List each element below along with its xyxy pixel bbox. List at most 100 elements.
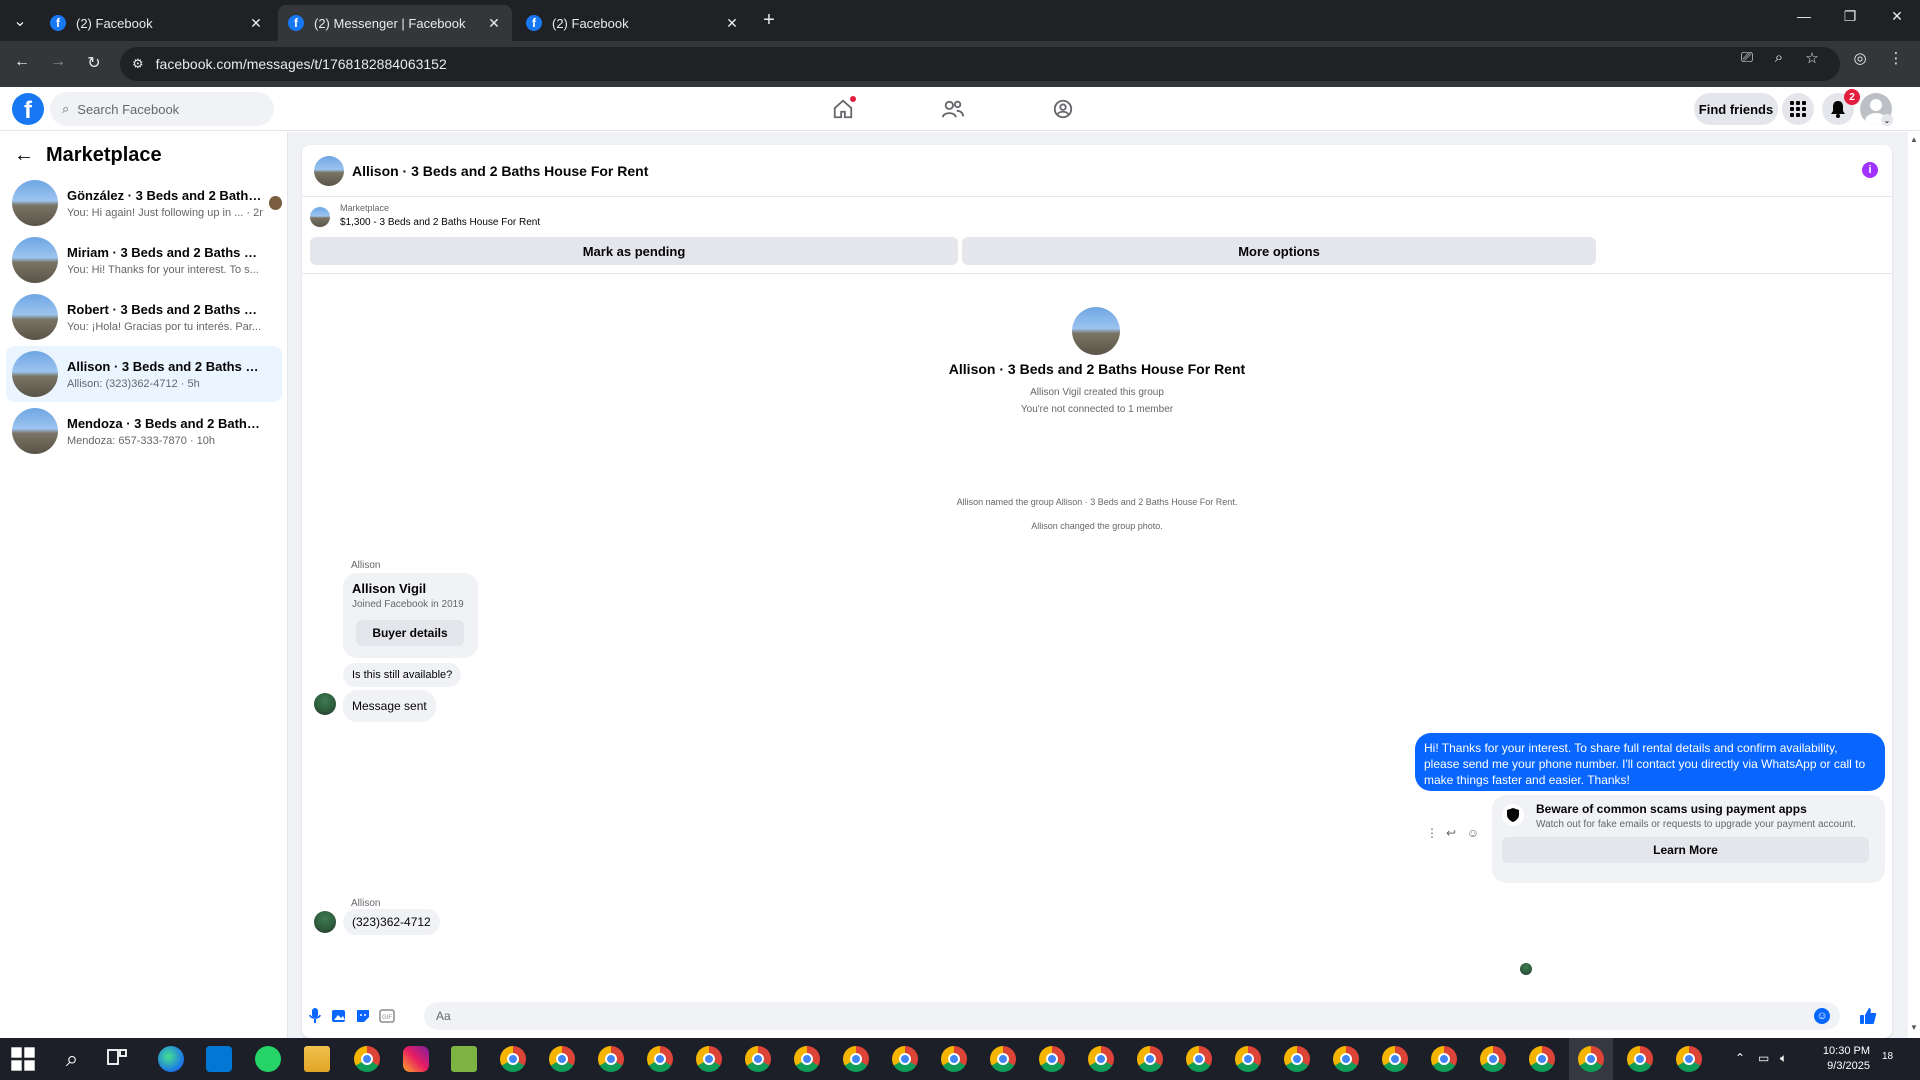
forward-icon[interactable]: → (46, 53, 70, 71)
chrome-profile-icon[interactable] (500, 1046, 526, 1072)
tray-overflow-icon[interactable]: ⌃ (1735, 1051, 1745, 1065)
windows-start-icon[interactable] (10, 1046, 36, 1072)
chrome-profile-icon[interactable] (1039, 1046, 1065, 1072)
site-info-icon[interactable]: ⚙ (132, 56, 144, 72)
incoming-message-bubble[interactable]: Message sent (343, 690, 436, 722)
sticker-icon[interactable] (354, 1007, 372, 1025)
more-options-button[interactable]: More options (962, 237, 1596, 265)
sender-avatar[interactable] (314, 693, 336, 715)
listing-summary[interactable]: Marketplace $1,300 - 3 Beds and 2 Baths … (310, 203, 540, 228)
page-scrollbar[interactable]: ▲ ▼ (1908, 131, 1920, 1038)
back-icon[interactable]: ← (10, 53, 34, 71)
facebook-logo-icon[interactable]: f (12, 93, 44, 125)
reload-icon[interactable]: ↻ (82, 53, 106, 73)
chrome-profile-icon[interactable] (794, 1046, 820, 1072)
sender-avatar[interactable] (314, 911, 336, 933)
more-actions-icon[interactable]: ⋮ (1425, 826, 1439, 840)
chrome-profile-icon[interactable] (1333, 1046, 1359, 1072)
emoji-icon[interactable]: ☺ (1814, 1008, 1830, 1024)
chrome-profile-icon[interactable] (1627, 1046, 1653, 1072)
facebook-search-input[interactable]: ⌕ Search Facebook (50, 92, 274, 126)
zoom-icon[interactable]: ⌕ (1767, 49, 1791, 66)
home-icon[interactable] (828, 96, 858, 122)
new-tab-icon[interactable]: + (758, 9, 780, 32)
chrome-profile-icon[interactable] (1431, 1046, 1457, 1072)
chrome-profile-icon[interactable] (1186, 1046, 1212, 1072)
browser-tab-messenger[interactable]: f (2) Messenger | Facebook ✕ (278, 5, 512, 41)
back-arrow-icon[interactable]: ← (14, 144, 34, 167)
edge-icon[interactable] (158, 1046, 184, 1072)
find-friends-button[interactable]: Find friends (1694, 93, 1778, 125)
taskbar-clock[interactable]: 10:30 PM 9/3/2025 (1780, 1044, 1870, 1074)
chrome-profile-icon[interactable] (1137, 1046, 1163, 1072)
buyer-details-button[interactable]: Buyer details (356, 620, 464, 646)
chrome-profile-icon[interactable] (1480, 1046, 1506, 1072)
chrome-profile-icon[interactable] (1284, 1046, 1310, 1072)
chrome-icon[interactable] (354, 1046, 380, 1072)
chrome-profile-icon[interactable] (647, 1046, 673, 1072)
microphone-icon[interactable] (306, 1007, 324, 1025)
chrome-profile-icon[interactable] (1676, 1046, 1702, 1072)
whatsapp-icon[interactable] (255, 1046, 281, 1072)
message-input[interactable]: Aa ☺ (424, 1002, 1840, 1030)
tab-close-icon[interactable]: ✕ (248, 15, 264, 32)
mark-as-pending-button[interactable]: Mark as pending (310, 237, 958, 265)
instagram-icon[interactable] (403, 1046, 429, 1072)
search-icon[interactable]: ⌕ (59, 1046, 85, 1072)
chrome-profile-icon[interactable] (1382, 1046, 1408, 1072)
browser-menu-icon[interactable]: ⋮ (1884, 49, 1908, 67)
chrome-profile-icon[interactable] (696, 1046, 722, 1072)
profile-icon[interactable]: ◎ (1848, 49, 1872, 67)
chrome-profile-icon[interactable] (1235, 1046, 1261, 1072)
file-explorer-icon[interactable] (304, 1046, 330, 1072)
outgoing-message-bubble[interactable]: Hi! Thanks for your interest. To share f… (1415, 733, 1885, 791)
network-icon[interactable]: ▭ (1758, 1051, 1769, 1065)
store-icon[interactable] (206, 1046, 232, 1072)
conversation-robert[interactable]: Robert · 3 Beds and 2 Baths House... You… (6, 289, 282, 345)
chrome-profile-icon[interactable] (598, 1046, 624, 1072)
close-window-icon[interactable]: ✕ (1884, 8, 1910, 25)
chrome-profile-icon[interactable] (1088, 1046, 1114, 1072)
tab-search-chevron-icon[interactable]: ⌄ (8, 9, 32, 33)
notification-center-icon[interactable]: 18 (1882, 1051, 1893, 1062)
bookmark-star-icon[interactable]: ☆ (1800, 49, 1824, 67)
photo-icon[interactable] (330, 1007, 348, 1025)
restore-icon[interactable]: ❐ (1837, 8, 1863, 25)
friends-icon[interactable] (938, 96, 968, 122)
chrome-profile-icon[interactable] (1529, 1046, 1555, 1072)
minimize-icon[interactable]: — (1791, 8, 1817, 24)
conversation-info-icon[interactable]: i (1862, 162, 1878, 178)
browser-tab-facebook-1[interactable]: f (2) Facebook ✕ (40, 5, 274, 41)
thumbs-up-icon[interactable] (1859, 1007, 1877, 1025)
learn-more-button[interactable]: Learn More (1502, 837, 1869, 863)
conversation-mendoza[interactable]: Mendoza · 3 Beds and 2 Baths Ho... Mendo… (6, 403, 282, 459)
react-emoji-icon[interactable]: ☺ (1466, 826, 1480, 840)
install-app-icon[interactable]: ⎚ (1735, 49, 1759, 66)
tab-close-icon[interactable]: ✕ (486, 15, 502, 32)
incoming-message-bubble[interactable]: Is this still available? (343, 663, 462, 687)
menu-grid-icon[interactable] (1782, 93, 1814, 125)
chat-title[interactable]: Allison · 3 Beds and 2 Baths House For R… (352, 163, 648, 179)
conversation-miriam[interactable]: Miriam · 3 Beds and 2 Baths Hous... You:… (6, 232, 282, 288)
chrome-profile-icon-active[interactable] (1578, 1046, 1604, 1072)
chrome-profile-icon[interactable] (549, 1046, 575, 1072)
tab-close-icon[interactable]: ✕ (724, 15, 740, 32)
incoming-message-bubble[interactable]: (323)362-4712 (343, 909, 440, 935)
reply-icon[interactable]: ↩ (1444, 826, 1458, 840)
scroll-up-icon[interactable]: ▲ (1910, 135, 1918, 144)
conversation-gonzalez[interactable]: Gönzález · 3 Beds and 2 Baths H... You: … (6, 175, 282, 231)
notepad-icon[interactable] (451, 1046, 477, 1072)
gif-icon[interactable]: GIF (378, 1007, 396, 1025)
chat-group-avatar[interactable] (314, 155, 344, 186)
account-chevron-icon[interactable]: ⌄ (1881, 114, 1893, 126)
scroll-down-icon[interactable]: ▼ (1910, 1023, 1918, 1032)
chrome-profile-icon[interactable] (745, 1046, 771, 1072)
groups-icon[interactable] (1048, 96, 1078, 122)
browser-tab-facebook-2[interactable]: f (2) Facebook ✕ (516, 5, 750, 41)
notifications-bell-icon[interactable]: 2 (1822, 89, 1860, 125)
chrome-profile-icon[interactable] (941, 1046, 967, 1072)
chrome-profile-icon[interactable] (990, 1046, 1016, 1072)
task-view-icon[interactable] (106, 1046, 132, 1072)
chrome-profile-icon[interactable] (892, 1046, 918, 1072)
conversation-allison[interactable]: Allison · 3 Beds and 2 Baths House... Al… (6, 346, 282, 402)
